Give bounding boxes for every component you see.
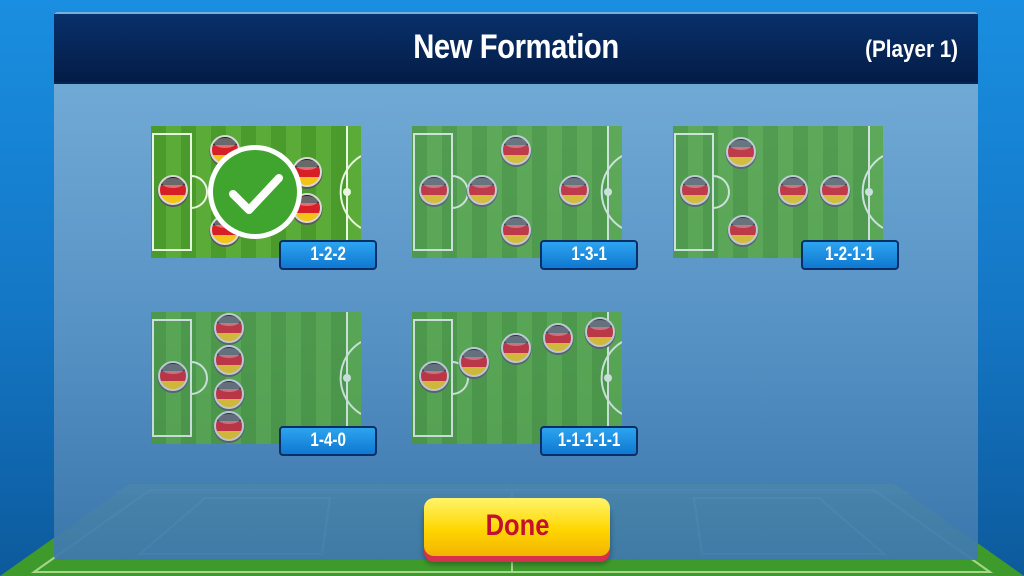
formation-card-1-1-1-1-1[interactable]: 1-1-1-1-1 bbox=[412, 312, 638, 456]
formation-label: 1-2-1-1 bbox=[801, 240, 899, 270]
formation-card-1-3-1[interactable]: 1-3-1 bbox=[412, 126, 638, 270]
formation-card-1-2-2[interactable]: 1-2-2 bbox=[151, 126, 377, 270]
formation-pitch bbox=[151, 312, 361, 444]
formation-pitch bbox=[412, 126, 622, 258]
formation-pitch bbox=[673, 126, 883, 258]
formation-label: 1-4-0 bbox=[279, 426, 377, 456]
formation-label: 1-1-1-1-1 bbox=[540, 426, 638, 456]
formation-pitch bbox=[412, 312, 622, 444]
formation-label: 1-2-2 bbox=[279, 240, 377, 270]
done-button[interactable]: Done bbox=[424, 498, 610, 556]
check-circle-icon bbox=[208, 145, 302, 239]
formation-panel bbox=[54, 12, 978, 560]
header-bar: New Formation (Player 1) bbox=[54, 14, 978, 84]
formation-card-1-2-1-1[interactable]: 1-2-1-1 bbox=[673, 126, 899, 270]
formation-card-1-4-0[interactable]: 1-4-0 bbox=[151, 312, 377, 456]
page-title: New Formation bbox=[413, 28, 619, 66]
player-indicator: (Player 1) bbox=[865, 36, 958, 63]
formation-label: 1-3-1 bbox=[540, 240, 638, 270]
